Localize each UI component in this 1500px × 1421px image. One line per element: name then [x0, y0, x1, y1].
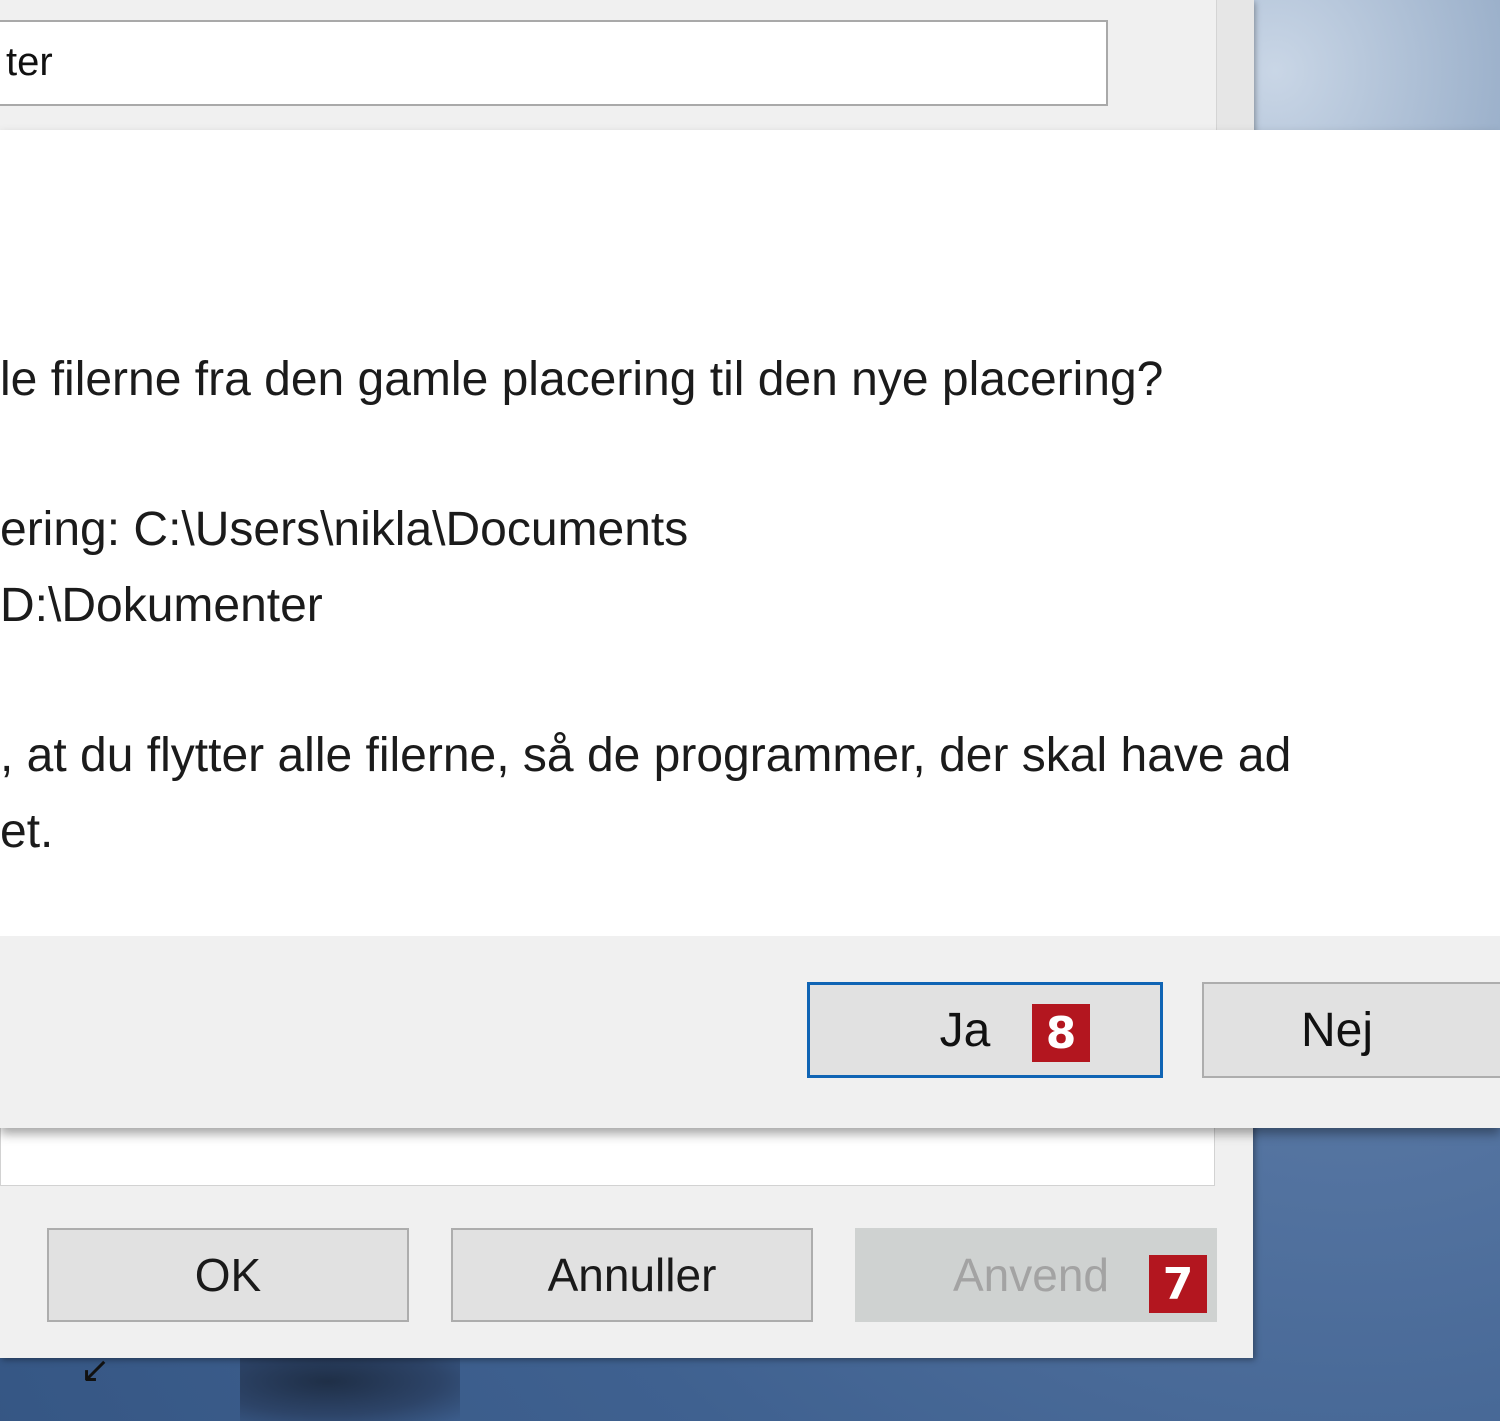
no-button[interactable]: Nej	[1202, 982, 1500, 1078]
step-badge-7: 7	[1149, 1255, 1207, 1313]
dialog-new-location: D:\Dokumenter	[0, 579, 323, 632]
apply-button-label: Anvend	[953, 1249, 1110, 1301]
no-button-label: Nej	[1300, 1003, 1374, 1057]
dialog-note-line-1: , at du flytter alle filerne, så de prog…	[0, 729, 1292, 782]
shortcut-arrow-icon: ↙	[80, 1350, 111, 1391]
dialog-old-location: ering: C:\Users\nikla\Documents	[0, 503, 689, 556]
location-path-input[interactable]: ter	[0, 20, 1108, 106]
yes-button-label: Ja	[939, 1003, 991, 1057]
step-badge-8: 8	[1032, 1004, 1090, 1062]
dialog-note-line-2: et.	[0, 805, 54, 858]
move-folder-dialog: le filerne fra den gamle placering til d…	[0, 130, 1500, 1128]
cancel-button[interactable]: Annuller	[451, 1228, 813, 1322]
ok-button[interactable]: OK	[47, 1228, 409, 1322]
window-edge	[1216, 0, 1254, 130]
tab-content-panel	[0, 1128, 1215, 1186]
wallpaper-shape	[240, 1355, 460, 1421]
yes-button[interactable]: Ja	[807, 982, 1163, 1078]
dialog-question: le filerne fra den gamle placering til d…	[0, 353, 1164, 406]
